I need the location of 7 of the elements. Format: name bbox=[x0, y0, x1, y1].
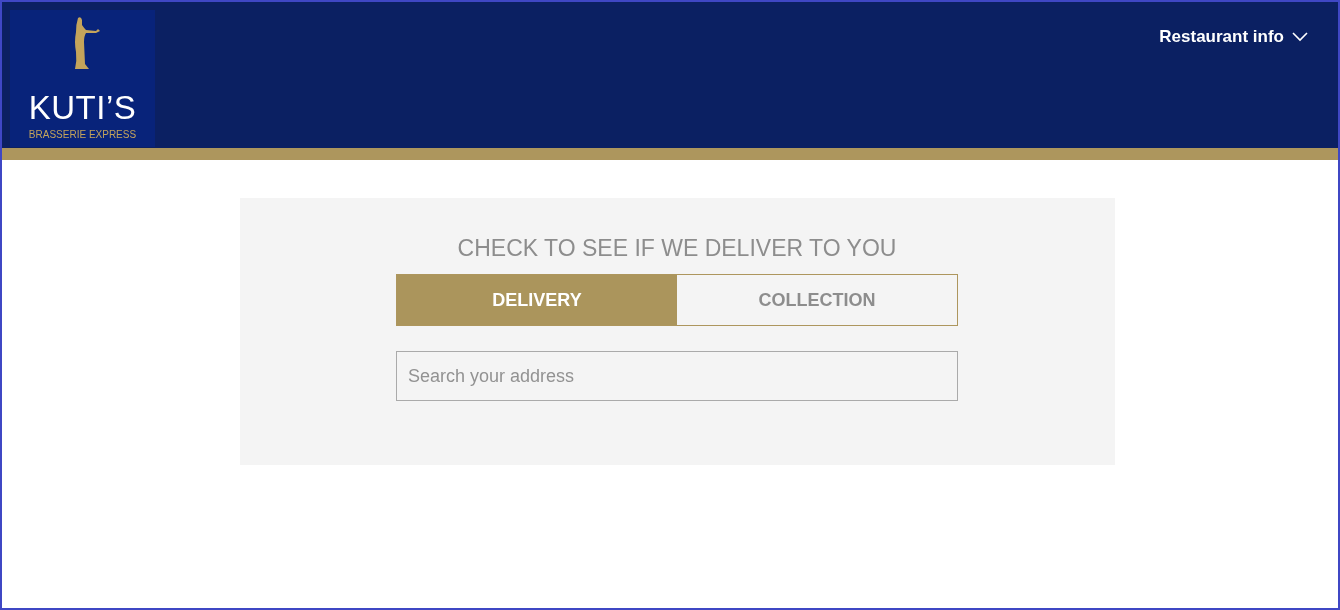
chevron-icon bbox=[1292, 32, 1308, 42]
restaurant-info-menu[interactable]: Restaurant info bbox=[1159, 27, 1308, 47]
address-search-field[interactable]: Search your address bbox=[396, 351, 958, 401]
logo-tagline: BRASSERIE EXPRESS bbox=[28, 129, 137, 140]
logo-wordmark: KUTI’S bbox=[28, 90, 137, 126]
logo[interactable]: KUTI’S BRASSERIE EXPRESS bbox=[10, 10, 155, 147]
card-title: CHECK TO SEE IF WE DELIVER TO YOU bbox=[457, 234, 897, 262]
